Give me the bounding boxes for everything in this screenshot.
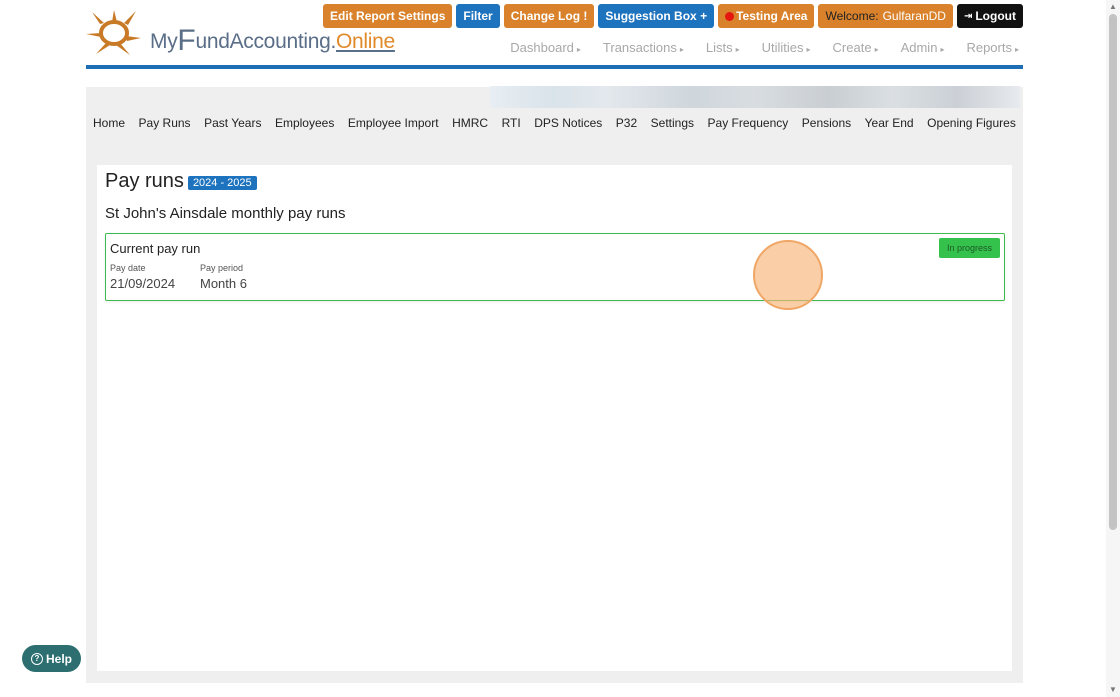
filter-button[interactable]: Filter — [456, 4, 500, 28]
nav-admin[interactable]: Admin ▸ — [901, 40, 945, 55]
click-indicator — [753, 240, 823, 310]
caret-right-icon: ▸ — [1014, 45, 1019, 54]
pay-run-heading: Current pay run — [110, 241, 201, 256]
subnav-employees[interactable]: Employees — [275, 116, 334, 134]
subnav-past-years[interactable]: Past Years — [204, 116, 261, 134]
scroll-down-icon[interactable]: ▼ — [1109, 686, 1117, 694]
status-badge: In progress — [938, 238, 1000, 258]
page-scrollbar[interactable]: ▲ ▼ — [1106, 0, 1120, 697]
subnav-employee-import[interactable]: Employee Import — [348, 116, 439, 134]
question-icon: ? — [30, 652, 43, 665]
page-title: Pay runs 2024 - 2025 — [105, 170, 257, 193]
subnav-home[interactable]: Home — [93, 116, 125, 134]
top-toolbar: Edit Report Settings Filter Change Log !… — [323, 4, 1023, 28]
caret-right-icon: ▸ — [735, 45, 740, 54]
subnav-settings[interactable]: Settings — [651, 116, 694, 134]
suggestion-box-button[interactable]: Suggestion Box + — [598, 4, 715, 28]
help-button[interactable]: ? Help — [22, 645, 81, 672]
testing-area-button[interactable]: Testing Area — [718, 4, 815, 28]
nav-utilities[interactable]: Utilities ▸ — [762, 40, 811, 55]
edit-report-settings-button[interactable]: Edit Report Settings — [323, 4, 453, 28]
logout-icon: ⇥ — [963, 10, 973, 22]
main-nav: Dashboard ▸ Transactions ▸ Lists ▸ Utilitie… — [488, 40, 1019, 55]
header-divider — [86, 65, 1023, 69]
pay-date-value: 21/09/2024 — [110, 276, 176, 291]
pay-period-label: Pay period — [200, 263, 244, 273]
subnav-pensions[interactable]: Pensions — [802, 116, 851, 134]
page-title-text: Pay runs — [105, 170, 184, 192]
pay-period-value: Month 6 — [200, 276, 247, 291]
subnav-rti[interactable]: RTI — [502, 116, 521, 134]
scrollbar-thumb[interactable] — [1109, 14, 1117, 530]
subnav-dps-notices[interactable]: DPS Notices — [534, 116, 602, 134]
nav-transactions[interactable]: Transactions ▸ — [603, 40, 684, 55]
caret-right-icon: ▸ — [679, 45, 684, 54]
current-pay-run-card[interactable]: Current pay run In progress Pay date 21/… — [105, 233, 1005, 301]
starburst-logo-icon — [86, 10, 141, 55]
logout-button[interactable]: ⇥ Logout — [956, 4, 1023, 28]
page-subtitle: St John's Ainsdale monthly pay runs — [105, 205, 346, 222]
welcome-user-button[interactable]: Welcome: GulfaranDD — [818, 4, 953, 28]
subnav-pay-frequency[interactable]: Pay Frequency — [708, 116, 789, 134]
nav-reports[interactable]: Reports ▸ — [966, 40, 1019, 55]
nav-create[interactable]: Create ▸ — [833, 40, 879, 55]
nav-dashboard[interactable]: Dashboard ▸ — [510, 40, 581, 55]
subnav-p32[interactable]: P32 — [616, 116, 637, 134]
change-log-button[interactable]: Change Log ! — [503, 4, 595, 28]
subnav-opening-figures[interactable]: Opening Figures — [927, 116, 1016, 134]
subnav-pay-runs[interactable]: Pay Runs — [139, 116, 191, 134]
nav-lists[interactable]: Lists ▸ — [706, 40, 740, 55]
subnav-year-end[interactable]: Year End — [865, 116, 914, 134]
caret-right-icon: ▸ — [576, 45, 581, 54]
pay-date-label: Pay date — [110, 263, 146, 273]
red-dot-icon — [725, 11, 735, 21]
exclamation-icon: ! — [583, 9, 588, 23]
caret-right-icon: ▸ — [806, 45, 811, 54]
redacted-bar — [490, 86, 1020, 108]
caret-right-icon: ▸ — [874, 45, 879, 54]
subnav-hmrc[interactable]: HMRC — [452, 116, 488, 134]
scroll-up-icon[interactable]: ▲ — [1109, 3, 1117, 11]
tax-year-badge[interactable]: 2024 - 2025 — [187, 175, 257, 190]
plus-icon: + — [700, 9, 708, 23]
payroll-subnav: Home Pay Runs Past Years Employees Emplo… — [86, 116, 1023, 134]
caret-right-icon: ▸ — [940, 45, 945, 54]
